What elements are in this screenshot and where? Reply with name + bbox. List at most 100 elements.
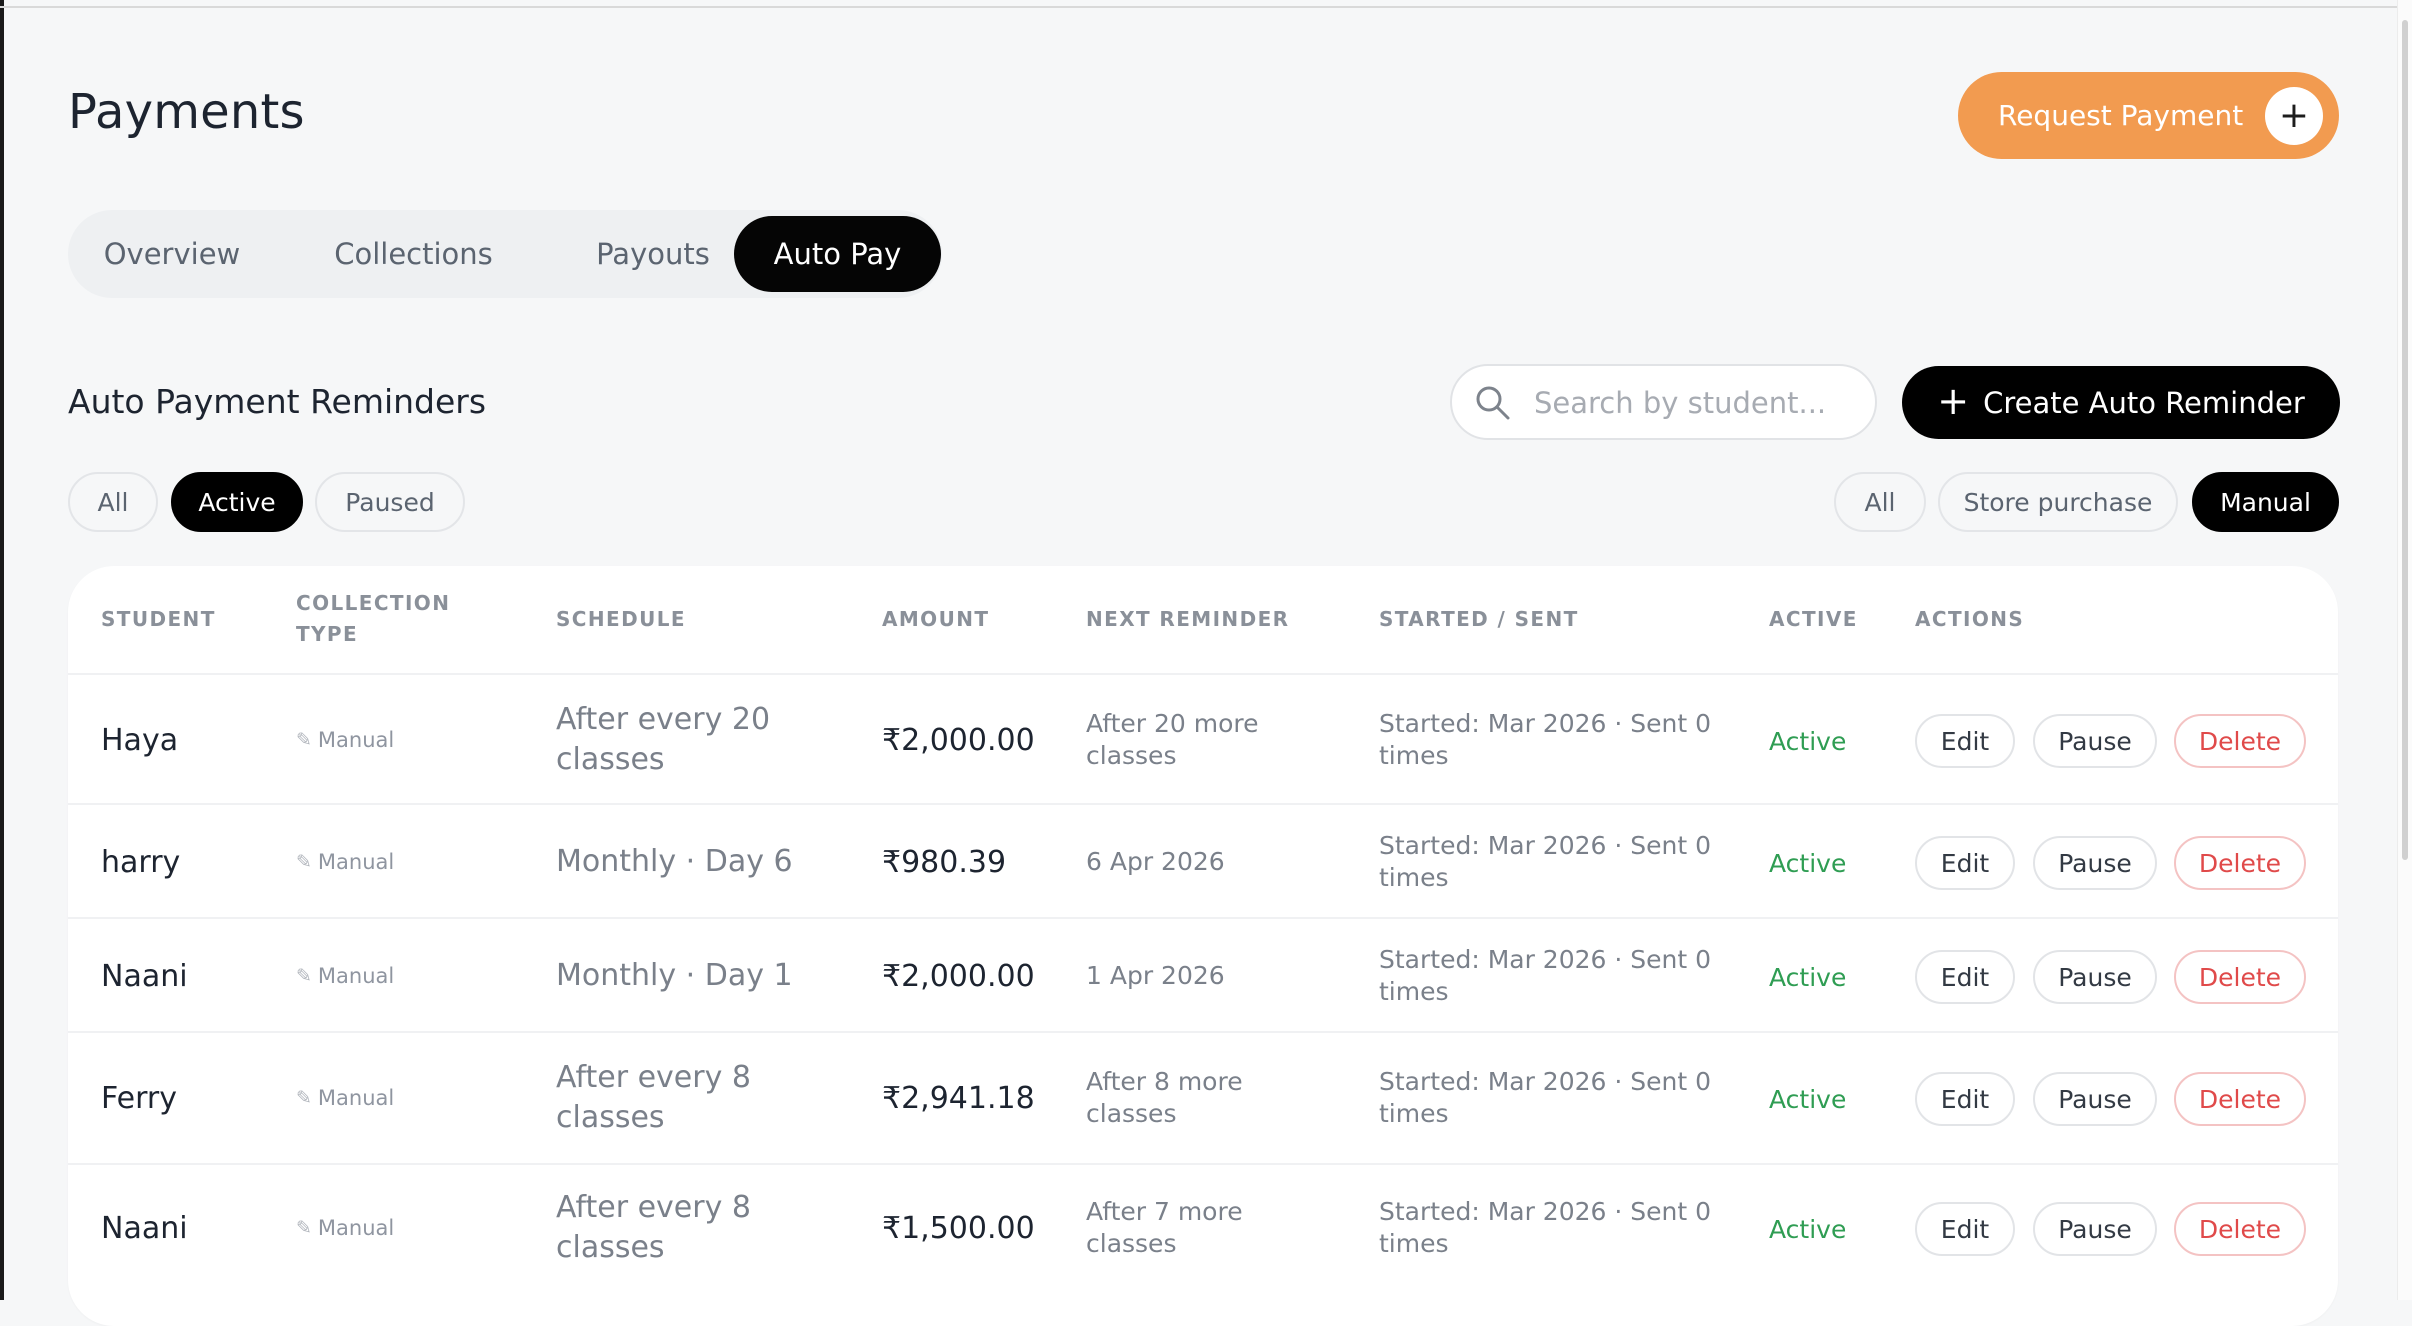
cell-schedule: After every 8 classes [556, 1188, 751, 1268]
next-reminder-line2: classes [1086, 741, 1177, 770]
edit-button[interactable]: Edit [1915, 836, 2015, 890]
window-left-edge [0, 0, 4, 1300]
request-payment-button[interactable]: Request Payment + [1958, 72, 2339, 159]
cell-amount: ₹980.39 [882, 844, 1007, 880]
pencil-icon: ✎ [296, 1217, 312, 1239]
filter-source-store-purchase[interactable]: Store purchase [1938, 472, 2178, 532]
status-badge: Active [1769, 1084, 1847, 1114]
delete-button[interactable]: Delete [2174, 950, 2306, 1004]
search-input[interactable] [1532, 380, 1856, 426]
scrollbar-thumb[interactable] [2402, 20, 2408, 860]
started-sent-line1: Started: Mar 2026 · Sent 0 [1379, 831, 1712, 860]
column-header-student: STUDENT [101, 607, 216, 631]
cell-amount: ₹2,000.00 [882, 958, 1035, 994]
cell-student: harry [101, 844, 181, 880]
next-reminder-line1: After 8 more [1086, 1067, 1243, 1096]
cell-student: Naani [101, 958, 188, 994]
filter-source-all[interactable]: All [1834, 472, 1926, 532]
cell-student: Ferry [101, 1080, 177, 1116]
column-header-schedule: SCHEDULE [556, 607, 686, 631]
plus-icon: + [1937, 378, 1970, 423]
column-header-collection-type-line1: COLLECTION [296, 591, 451, 615]
started-sent-line2: times [1379, 741, 1449, 770]
schedule-line2: classes [556, 1100, 665, 1135]
cell-started-sent: Started: Mar 2026 · Sent 0 times [1379, 830, 1711, 894]
column-header-next-reminder: NEXT REMINDER [1086, 607, 1290, 631]
status-badge: Active [1769, 848, 1847, 878]
cell-amount: ₹2,000.00 [882, 722, 1035, 758]
edit-button[interactable]: Edit [1915, 714, 2015, 768]
cell-collection-type: ✎ Manual [296, 1083, 394, 1113]
pencil-icon: ✎ [296, 1087, 312, 1109]
pause-button[interactable]: Pause [2033, 1202, 2157, 1256]
pause-button[interactable]: Pause [2033, 714, 2157, 768]
schedule-line2: classes [556, 742, 665, 777]
create-auto-reminder-label: Create Auto Reminder [1983, 385, 2305, 420]
started-sent-line2: times [1379, 1229, 1449, 1258]
plus-icon: + [2265, 87, 2323, 145]
delete-button[interactable]: Delete [2174, 836, 2306, 890]
column-header-collection-type: COLLECTION TYPE [296, 588, 450, 650]
started-sent-line1: Started: Mar 2026 · Sent 0 [1379, 709, 1712, 738]
cell-next-reminder: 6 Apr 2026 [1086, 847, 1225, 876]
cell-schedule: After every 8 classes [556, 1058, 751, 1138]
filter-status-all[interactable]: All [68, 472, 158, 532]
section-title: Auto Payment Reminders [68, 382, 487, 421]
pause-button[interactable]: Pause [2033, 836, 2157, 890]
collection-type-label: Manual [317, 1086, 395, 1110]
cell-amount: ₹1,500.00 [882, 1210, 1035, 1246]
row-divider [68, 917, 2338, 919]
page-title: Payments [68, 84, 305, 140]
cell-student: Haya [101, 722, 179, 758]
cell-amount: ₹2,941.18 [882, 1080, 1035, 1116]
tab-overview[interactable]: Overview [90, 216, 254, 292]
top-divider [0, 6, 2412, 8]
filter-status-paused[interactable]: Paused [315, 472, 465, 532]
started-sent-line2: times [1379, 977, 1449, 1006]
reminders-table: STUDENT COLLECTION TYPE SCHEDULE AMOUNT … [68, 566, 2338, 1326]
delete-button[interactable]: Delete [2174, 1202, 2306, 1256]
column-header-collection-type-line2: TYPE [296, 622, 359, 646]
create-auto-reminder-button[interactable]: + Create Auto Reminder [1902, 366, 2340, 439]
cell-started-sent: Started: Mar 2026 · Sent 0 times [1379, 708, 1711, 772]
tab-payouts[interactable]: Payouts [568, 216, 738, 292]
status-badge: Active [1769, 1214, 1847, 1244]
row-divider [68, 803, 2338, 805]
cell-schedule: After every 20 classes [556, 700, 770, 780]
cell-schedule: Monthly · Day 6 [556, 844, 793, 879]
filter-status-active[interactable]: Active [171, 472, 303, 532]
search-box[interactable] [1450, 364, 1877, 440]
column-header-active: ACTIVE [1769, 607, 1858, 631]
next-reminder-line2: classes [1086, 1099, 1177, 1128]
page-scrollbar[interactable] [2397, 0, 2412, 1300]
cell-collection-type: ✎ Manual [296, 961, 394, 991]
collection-type-label: Manual [317, 850, 395, 874]
row-divider [68, 1031, 2338, 1033]
tab-collections[interactable]: Collections [312, 216, 515, 292]
started-sent-line1: Started: Mar 2026 · Sent 0 [1379, 1067, 1712, 1096]
started-sent-line2: times [1379, 863, 1449, 892]
tab-auto-pay[interactable]: Auto Pay [734, 216, 941, 292]
status-badge: Active [1769, 962, 1847, 992]
delete-button[interactable]: Delete [2174, 714, 2306, 768]
next-reminder-line1: After 7 more [1086, 1197, 1243, 1226]
schedule-line2: classes [556, 1230, 665, 1265]
filter-source-manual[interactable]: Manual [2192, 472, 2339, 532]
collection-type-label: Manual [317, 964, 395, 988]
cell-schedule: Monthly · Day 1 [556, 958, 793, 993]
cell-started-sent: Started: Mar 2026 · Sent 0 times [1379, 1196, 1711, 1260]
pause-button[interactable]: Pause [2033, 1072, 2157, 1126]
edit-button[interactable]: Edit [1915, 1202, 2015, 1256]
cell-next-reminder: 1 Apr 2026 [1086, 961, 1225, 990]
delete-button[interactable]: Delete [2174, 1072, 2306, 1126]
schedule-line1: After every 20 [556, 702, 771, 737]
cell-collection-type: ✎ Manual [296, 725, 394, 755]
cell-collection-type: ✎ Manual [296, 847, 394, 877]
cell-collection-type: ✎ Manual [296, 1213, 394, 1243]
started-sent-line2: times [1379, 1099, 1449, 1128]
pause-button[interactable]: Pause [2033, 950, 2157, 1004]
edit-button[interactable]: Edit [1915, 1072, 2015, 1126]
edit-button[interactable]: Edit [1915, 950, 2015, 1004]
next-reminder-line1: After 20 more [1086, 709, 1259, 738]
started-sent-line1: Started: Mar 2026 · Sent 0 [1379, 1197, 1712, 1226]
